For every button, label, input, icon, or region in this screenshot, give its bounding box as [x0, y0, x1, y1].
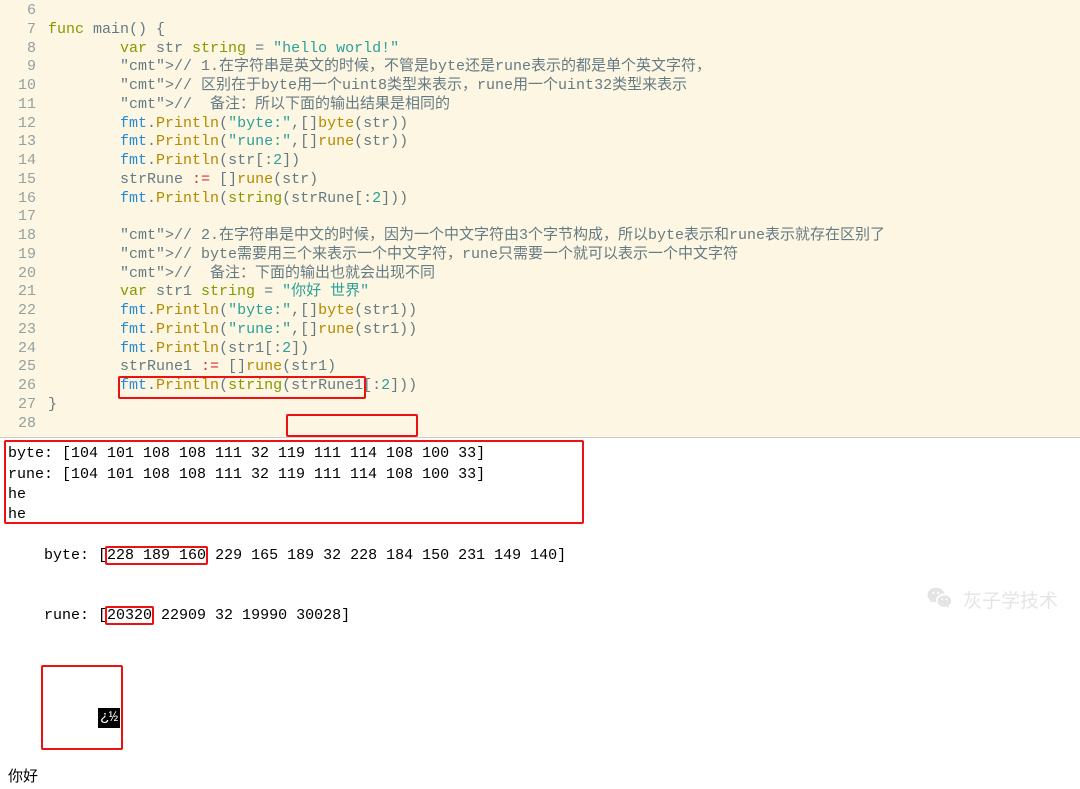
code-line: 23 fmt.Println("rune:",[]rune(str1))	[0, 321, 1080, 340]
code-line: 13 fmt.Println("rune:",[]rune(str))	[0, 133, 1080, 152]
code-line: 19 "cmt">// byte需要用三个来表示一个中文字符，rune只需要一个…	[0, 246, 1080, 265]
code-text: }	[48, 396, 1080, 415]
code-text: fmt.Println(str[:2])	[48, 152, 1080, 171]
line-number: 22	[0, 302, 48, 321]
code-text	[48, 208, 1080, 227]
line-number: 23	[0, 321, 48, 340]
code-line: 27}	[0, 396, 1080, 415]
code-text: "cmt">// 1.在字符串是英文的时候，不管是byte还是rune表示的都是…	[48, 58, 1080, 77]
code-text	[48, 2, 1080, 21]
code-text: fmt.Println("rune:",[]rune(str1))	[48, 321, 1080, 340]
code-text: strRune := []rune(str)	[48, 171, 1080, 190]
code-text: fmt.Println("rune:",[]rune(str))	[48, 133, 1080, 152]
line-number: 7	[0, 21, 48, 40]
code-text: func main() {	[48, 21, 1080, 40]
watermark: 灰子学技术	[925, 584, 1058, 614]
code-line: 20 "cmt">// 备注：下面的输出也就会出现不同	[0, 265, 1080, 284]
code-line: 24 fmt.Println(str1[:2])	[0, 340, 1080, 359]
line-number: 9	[0, 58, 48, 77]
line-number: 6	[0, 2, 48, 21]
code-line: 21 var str1 string = "你好 世界"	[0, 283, 1080, 302]
code-line: 6	[0, 2, 1080, 21]
code-line: 26 fmt.Println(string(strRune1[:2]))	[0, 377, 1080, 396]
code-text: var str string = "hello world!"	[48, 40, 1080, 59]
code-line: 28	[0, 415, 1080, 434]
line-number: 14	[0, 152, 48, 171]
code-text: strRune1 := []rune(str1)	[48, 358, 1080, 377]
line-number: 12	[0, 115, 48, 134]
code-line: 14 fmt.Println(str[:2])	[0, 152, 1080, 171]
code-line: 17	[0, 208, 1080, 227]
line-number: 10	[0, 77, 48, 96]
program-output: byte: [104 101 108 108 111 32 119 111 11…	[0, 438, 1080, 788]
code-text: fmt.Println("byte:",[]byte(str1))	[48, 302, 1080, 321]
code-line: 15 strRune := []rune(str)	[0, 171, 1080, 190]
code-line: 9 "cmt">// 1.在字符串是英文的时候，不管是byte还是rune表示的…	[0, 58, 1080, 77]
code-line: 25 strRune1 := []rune(str1)	[0, 358, 1080, 377]
output-line: 你好	[8, 768, 1076, 788]
line-number: 24	[0, 340, 48, 359]
line-number: 21	[0, 283, 48, 302]
line-number: 28	[0, 415, 48, 434]
output-line: rune: [104 101 108 108 111 32 119 111 11…	[8, 465, 1076, 485]
code-text: "cmt">// 备注：所以下面的输出结果是相同的	[48, 96, 1080, 115]
line-number: 19	[0, 246, 48, 265]
code-line: 7func main() {	[0, 21, 1080, 40]
code-text: fmt.Println("byte:",[]byte(str))	[48, 115, 1080, 134]
code-line: 11 "cmt">// 备注：所以下面的输出结果是相同的	[0, 96, 1080, 115]
output-line: he	[8, 485, 1076, 505]
output-line: ¿½	[8, 647, 1076, 769]
code-text: "cmt">// byte需要用三个来表示一个中文字符，rune只需要一个就可以…	[48, 246, 1080, 265]
line-number: 16	[0, 190, 48, 209]
code-text	[48, 415, 1080, 434]
watermark-text: 灰子学技术	[963, 586, 1058, 613]
garbled-bytes: ¿½	[98, 708, 120, 728]
line-number: 11	[0, 96, 48, 115]
line-number: 8	[0, 40, 48, 59]
highlight-box-strrune1	[286, 414, 418, 437]
line-number: 27	[0, 396, 48, 415]
code-line: 18 "cmt">// 2.在字符串是中文的时候，因为一个中文字符由3个字节构成…	[0, 227, 1080, 246]
code-text: var str1 string = "你好 世界"	[48, 283, 1080, 302]
code-text: fmt.Println(str1[:2])	[48, 340, 1080, 359]
line-number: 17	[0, 208, 48, 227]
output-line: rune: [20320 22909 32 19990 30028]	[8, 586, 1076, 647]
output-line: he	[8, 505, 1076, 525]
line-number: 26	[0, 377, 48, 396]
output-line: byte: [104 101 108 108 111 32 119 111 11…	[8, 444, 1076, 464]
code-line: 16 fmt.Println(string(strRune[:2]))	[0, 190, 1080, 209]
line-number: 20	[0, 265, 48, 284]
line-number: 15	[0, 171, 48, 190]
line-number: 18	[0, 227, 48, 246]
code-line: 10 "cmt">// 区别在于byte用一个uint8类型来表示，rune用一…	[0, 77, 1080, 96]
code-text: "cmt">// 备注：下面的输出也就会出现不同	[48, 265, 1080, 284]
wechat-icon	[925, 584, 955, 614]
code-text: fmt.Println(string(strRune[:2]))	[48, 190, 1080, 209]
code-line: 8 var str string = "hello world!"	[0, 40, 1080, 59]
line-number: 25	[0, 358, 48, 377]
code-text: "cmt">// 2.在字符串是中文的时候，因为一个中文字符由3个字节构成，所以…	[48, 227, 1080, 246]
code-editor: 6 7func main() {8 var str string = "hell…	[0, 0, 1080, 438]
line-number: 13	[0, 133, 48, 152]
code-text: fmt.Println(string(strRune1[:2]))	[48, 377, 1080, 396]
code-line: 12 fmt.Println("byte:",[]byte(str))	[0, 115, 1080, 134]
output-line: byte: [228 189 160 229 165 189 32 228 18…	[8, 525, 1076, 586]
code-text: "cmt">// 区别在于byte用一个uint8类型来表示，rune用一个ui…	[48, 77, 1080, 96]
code-line: 22 fmt.Println("byte:",[]byte(str1))	[0, 302, 1080, 321]
